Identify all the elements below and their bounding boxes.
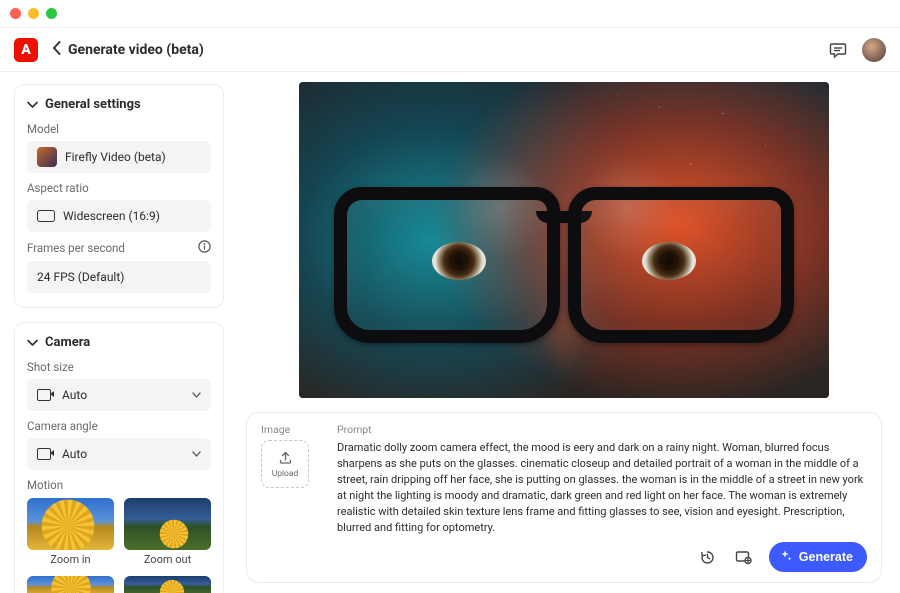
motion-caption: Zoom out bbox=[124, 553, 211, 566]
model-value: Firefly Video (beta) bbox=[65, 150, 166, 164]
motion-thumbnail bbox=[124, 498, 211, 550]
aspect-ratio-label: Aspect ratio bbox=[27, 181, 211, 195]
motion-thumbnail bbox=[124, 576, 211, 593]
motion-preset-zoom-in[interactable]: Zoom in bbox=[27, 498, 114, 566]
panel-title: Camera bbox=[45, 335, 90, 350]
aspect-ratio-value: Widescreen (16:9) bbox=[63, 209, 160, 223]
general-settings-panel: General settings Model Firefly Video (be… bbox=[14, 84, 224, 308]
window-maximize-button[interactable] bbox=[46, 8, 57, 19]
camera-angle-select[interactable]: Auto bbox=[27, 438, 211, 470]
upload-icon bbox=[278, 450, 293, 467]
video-preview[interactable] bbox=[299, 82, 829, 398]
user-avatar[interactable] bbox=[862, 38, 886, 62]
chevron-left-icon bbox=[52, 41, 62, 55]
prompt-actions: Generate bbox=[337, 542, 867, 572]
motion-presets: Zoom in Zoom out bbox=[27, 498, 211, 593]
upload-label: Upload bbox=[272, 469, 299, 479]
general-settings-header[interactable]: General settings bbox=[27, 97, 211, 112]
main-layout: General settings Model Firefly Video (be… bbox=[0, 72, 900, 593]
aspect-ratio-icon bbox=[37, 210, 55, 222]
fps-value: 24 FPS (Default) bbox=[37, 270, 124, 284]
motion-thumbnail bbox=[27, 576, 114, 593]
content-area: Image Upload Prompt Dramatic dolly zoom … bbox=[236, 72, 900, 593]
prompt-column: Prompt Dramatic dolly zoom camera effect… bbox=[337, 423, 867, 572]
panel-title: General settings bbox=[45, 97, 141, 112]
back-button[interactable] bbox=[52, 41, 62, 59]
shot-size-label: Shot size bbox=[27, 360, 211, 374]
motion-preset-zoom-out[interactable]: Zoom out bbox=[124, 498, 211, 566]
motion-preset[interactable] bbox=[27, 576, 114, 593]
camera-panel: Camera Shot size Auto Camera angle Auto … bbox=[14, 322, 224, 593]
window-titlebar bbox=[0, 0, 900, 28]
comments-button[interactable] bbox=[826, 38, 850, 62]
generate-label: Generate bbox=[799, 550, 853, 564]
settings-icon bbox=[735, 550, 753, 565]
chevron-down-icon bbox=[192, 447, 201, 461]
fps-select[interactable]: 24 FPS (Default) bbox=[27, 261, 211, 293]
motion-label: Motion bbox=[27, 478, 211, 492]
model-thumbnail-icon bbox=[37, 147, 57, 167]
generate-icon bbox=[779, 549, 793, 566]
adobe-logo[interactable]: A bbox=[14, 38, 38, 62]
page-title: Generate video (beta) bbox=[68, 42, 204, 58]
camera-angle-label: Camera angle bbox=[27, 419, 211, 433]
history-button[interactable] bbox=[697, 546, 719, 568]
motion-thumbnail bbox=[27, 498, 114, 550]
app-header: A Generate video (beta) bbox=[0, 28, 900, 72]
window-close-button[interactable] bbox=[10, 8, 21, 19]
camera-angle-value: Auto bbox=[62, 447, 87, 461]
aspect-ratio-select[interactable]: Widescreen (16:9) bbox=[27, 200, 211, 232]
chevron-down-icon bbox=[27, 336, 38, 350]
settings-button[interactable] bbox=[733, 546, 755, 568]
preview-image bbox=[299, 82, 829, 398]
prompt-panel: Image Upload Prompt Dramatic dolly zoom … bbox=[246, 412, 882, 583]
chevron-down-icon bbox=[27, 98, 38, 112]
prompt-column-label: Prompt bbox=[337, 423, 867, 436]
camera-icon bbox=[37, 389, 54, 401]
settings-sidebar: General settings Model Firefly Video (be… bbox=[0, 72, 236, 593]
image-column-label: Image bbox=[261, 423, 319, 436]
camera-panel-header[interactable]: Camera bbox=[27, 335, 211, 350]
history-icon bbox=[699, 549, 716, 566]
shot-size-value: Auto bbox=[62, 388, 87, 402]
generate-button[interactable]: Generate bbox=[769, 542, 867, 572]
info-icon[interactable] bbox=[198, 240, 211, 256]
motion-caption: Zoom in bbox=[27, 553, 114, 566]
chevron-down-icon bbox=[192, 388, 201, 402]
chat-icon bbox=[829, 41, 847, 59]
image-upload-column: Image Upload bbox=[261, 423, 319, 572]
window-minimize-button[interactable] bbox=[28, 8, 39, 19]
motion-preset[interactable] bbox=[124, 576, 211, 593]
window-controls bbox=[10, 8, 57, 19]
image-upload-button[interactable]: Upload bbox=[261, 440, 309, 488]
fps-label: Frames per second bbox=[27, 240, 211, 256]
shot-size-select[interactable]: Auto bbox=[27, 379, 211, 411]
camera-icon bbox=[37, 448, 54, 460]
prompt-textarea[interactable]: Dramatic dolly zoom camera effect, the m… bbox=[337, 440, 867, 536]
model-label: Model bbox=[27, 122, 211, 136]
model-select[interactable]: Firefly Video (beta) bbox=[27, 141, 211, 173]
